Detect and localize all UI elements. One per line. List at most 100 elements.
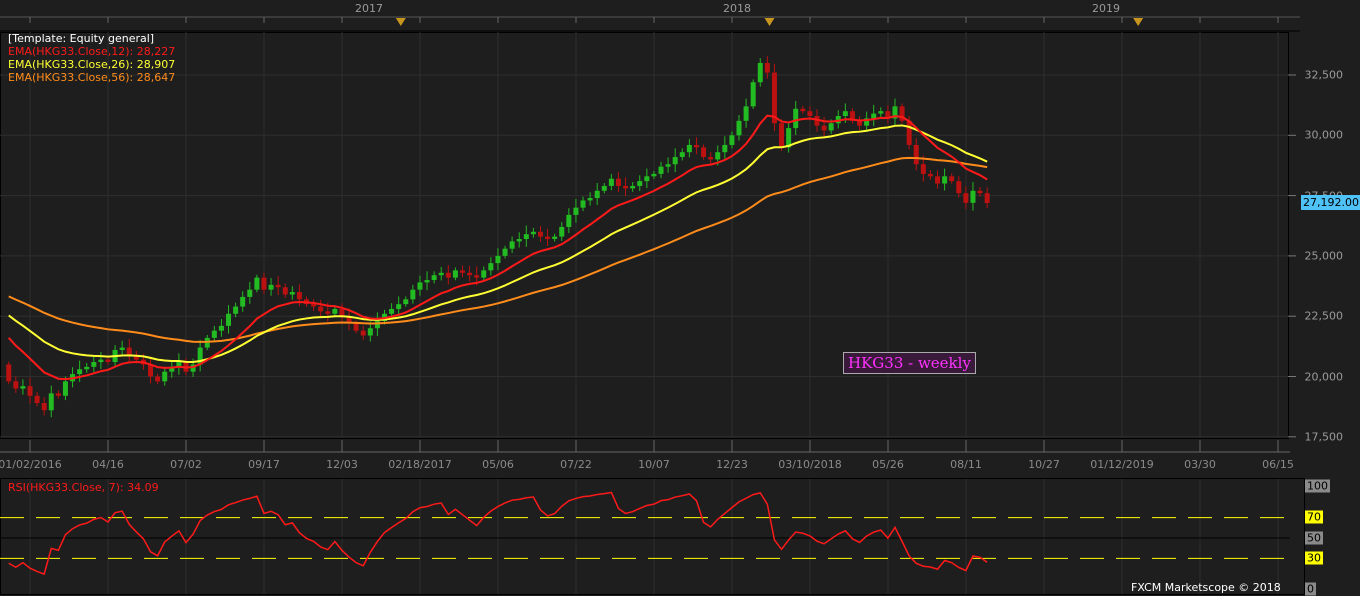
rsi-level: 30 — [1305, 551, 1323, 565]
candle-down — [935, 176, 941, 184]
candle-up — [530, 231, 536, 235]
candle-up — [431, 275, 437, 281]
candle-down — [693, 144, 699, 148]
candle-down — [963, 193, 969, 203]
candle-up — [672, 157, 678, 165]
candle-up — [410, 289, 416, 300]
candle-down — [977, 190, 983, 194]
candle-up — [630, 185, 636, 189]
candle-up — [162, 371, 168, 382]
date-tick-label: 04/16 — [92, 458, 124, 471]
title-box: HKG33 - weekly — [843, 352, 976, 374]
candle-up — [374, 321, 380, 329]
candle-down — [325, 311, 331, 314]
price-tick-label: 17,500 — [1304, 430, 1344, 444]
candle-up — [644, 176, 650, 182]
candle-down — [821, 125, 827, 131]
candle-up — [559, 226, 565, 237]
candle-up — [516, 239, 522, 242]
candle-up — [233, 306, 239, 314]
candle-down — [537, 231, 543, 237]
legend-ema12: EMA(HKG33.Close,12): 28,227 — [8, 45, 176, 58]
candle-up — [658, 166, 664, 174]
candle-up — [871, 113, 877, 119]
candle-up — [254, 277, 260, 290]
rsi-level: 70 — [1305, 510, 1323, 524]
date-tick-label: 10/27 — [1028, 458, 1060, 471]
candle-up — [594, 190, 600, 199]
date-tick-label: 07/02 — [170, 458, 202, 471]
candle-up — [438, 272, 444, 276]
candle-up — [396, 304, 402, 309]
candle-down — [6, 364, 12, 382]
date-tick-label: 07/22 — [560, 458, 592, 471]
title-symbol: HKG33 — [848, 354, 904, 372]
price-tick-label: 22,500 — [1304, 309, 1344, 323]
price-tick-label: 30,000 — [1304, 128, 1344, 142]
candle-down — [105, 359, 111, 363]
candle-up — [715, 152, 721, 160]
price-tick-label: 25,000 — [1304, 249, 1344, 263]
candle-up — [98, 359, 104, 363]
year-marker-icon — [764, 18, 775, 26]
candle-up — [240, 296, 246, 307]
candle-up — [608, 178, 614, 186]
candle-up — [878, 111, 884, 114]
candle-up — [665, 164, 671, 167]
title-suffix: - weekly — [903, 354, 971, 372]
candle-up — [828, 123, 834, 131]
candle-down — [857, 120, 863, 126]
date-tick-label: 03/10/2018 — [778, 458, 842, 471]
price-tick-label: 20,000 — [1304, 370, 1344, 383]
legend-template: [Template: Equity general] — [8, 32, 155, 45]
candle-down — [155, 376, 161, 382]
candle-up — [637, 181, 643, 186]
candle-up — [679, 152, 685, 158]
legend: [Template: Equity general] EMA(HKG33.Clo… — [8, 32, 175, 84]
candle-up — [651, 173, 657, 177]
candle-down — [296, 292, 302, 300]
candle-up — [942, 176, 948, 184]
candle-up — [332, 308, 338, 314]
candle-up — [452, 270, 458, 278]
grid — [0, 16, 1305, 595]
candle-down — [474, 275, 480, 278]
candle-down — [949, 176, 955, 182]
candle-down — [148, 364, 154, 377]
candle-up — [289, 292, 295, 295]
candle-up — [743, 106, 749, 121]
candle-up — [552, 236, 558, 240]
candle-up — [403, 299, 409, 305]
candle-down — [467, 272, 473, 276]
candle-up — [729, 135, 735, 145]
date-tick-label: 12/03 — [326, 458, 358, 471]
year-marker-icon — [1133, 18, 1144, 26]
candle-up — [119, 347, 125, 350]
date-tick-label: 02/18/2017 — [388, 458, 452, 471]
date-tick-label: 01/12/2019 — [1090, 458, 1154, 471]
candle-down — [779, 123, 785, 148]
candle-down — [927, 173, 933, 177]
candle-up — [523, 234, 529, 240]
legend-ema26: EMA(HKG33.Close,26): 28,907 — [8, 58, 176, 71]
candle-down — [807, 111, 813, 117]
candle-down — [920, 164, 926, 174]
candle-up — [367, 328, 373, 336]
candle-up — [211, 330, 217, 338]
candle-down — [545, 236, 551, 240]
rsi-level: 100 — [1305, 479, 1330, 493]
date-tick-label: 12/23 — [716, 458, 748, 471]
candle-up — [573, 207, 579, 215]
candle-up — [84, 366, 90, 370]
date-tick-label: 08/11 — [950, 458, 982, 471]
chart-svg — [0, 16, 1305, 595]
date-tick-label: 10/07 — [638, 458, 670, 471]
date-tick-label: 05/26 — [872, 458, 904, 471]
candle-up — [580, 200, 586, 208]
date-tick-label: 01/02/2016 — [0, 458, 62, 471]
candle-up — [417, 282, 423, 290]
footer-credit: FXCM Marketscope © 2018 — [1131, 581, 1281, 594]
candle-down — [13, 381, 19, 389]
candle-down — [913, 144, 919, 165]
legend-ema56: EMA(HKG33.Close,56): 28,647 — [8, 71, 176, 84]
